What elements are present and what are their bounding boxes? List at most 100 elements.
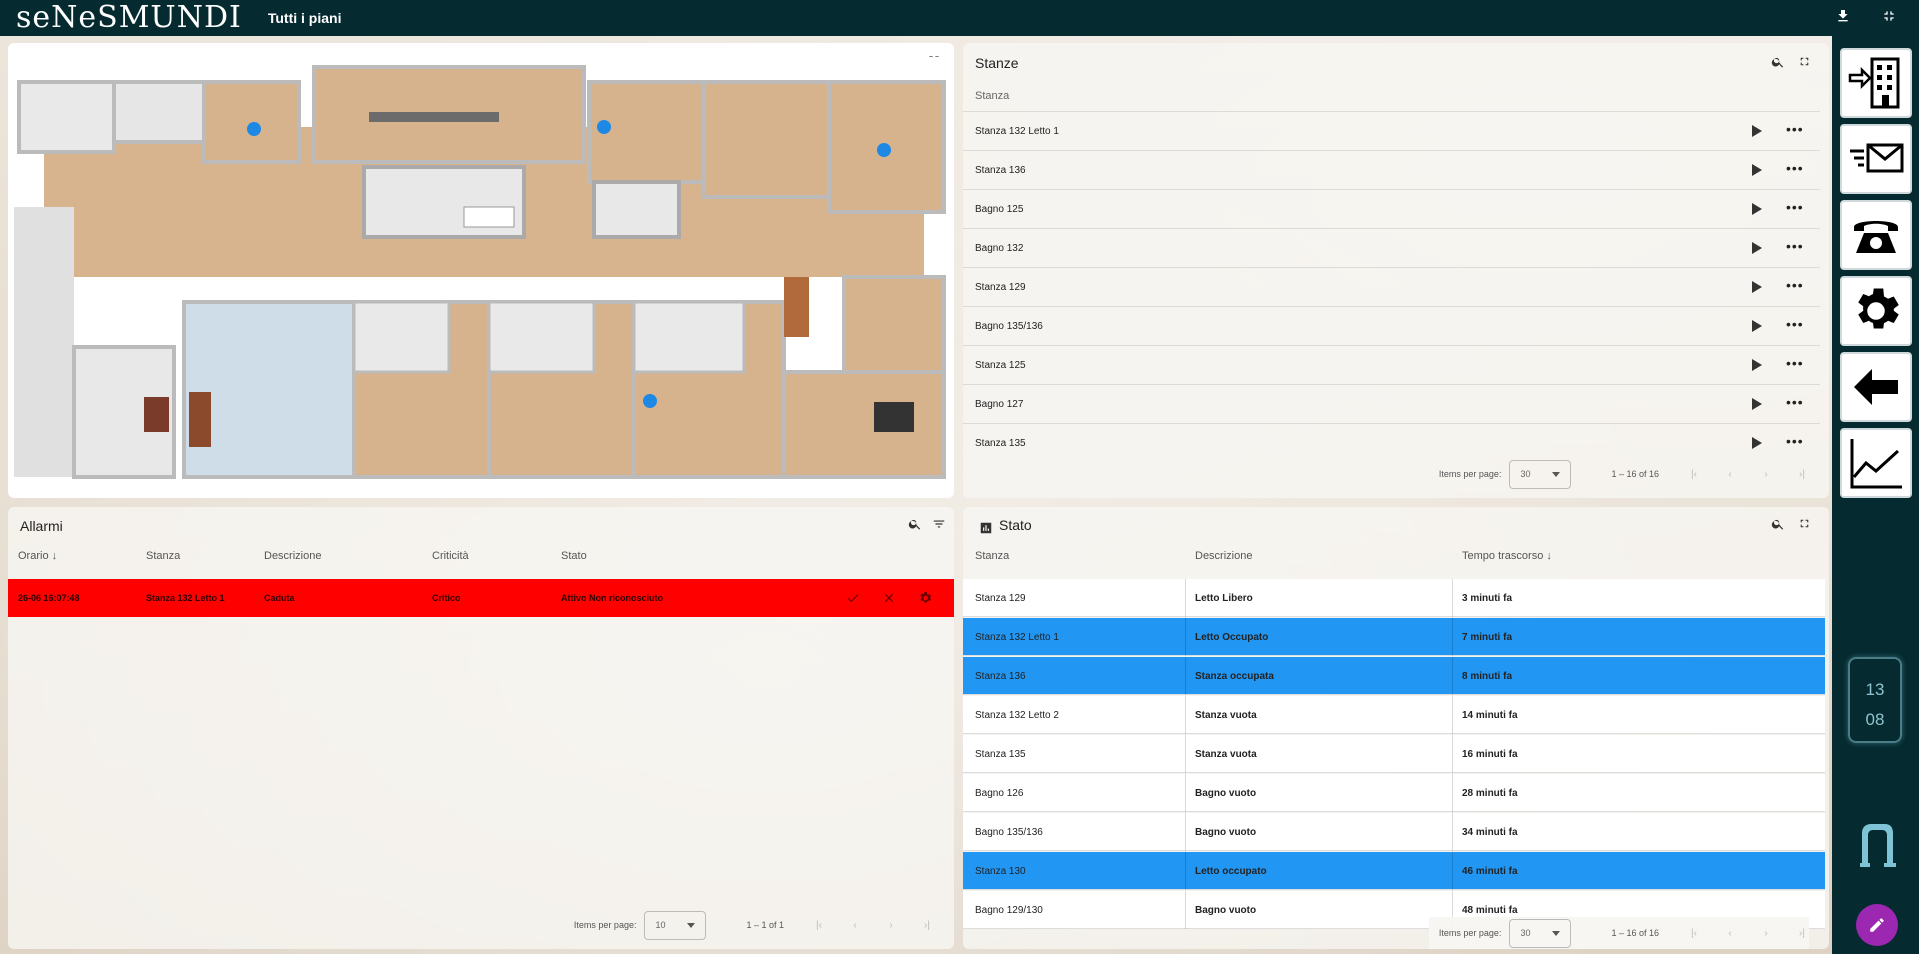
table-row[interactable]: Bagno 126 Bagno vuoto 28 minuti fa <box>963 774 1825 812</box>
table-row[interactable]: Stanza 136 Stanza occupata 8 minuti fa <box>963 657 1825 695</box>
more-icon[interactable]: ••• <box>1786 200 1803 215</box>
download-icon[interactable] <box>1835 8 1851 24</box>
page-range: 1 – 16 of 16 <box>1611 469 1659 479</box>
table-row[interactable]: Stanza 132 Letto 2 Stanza vuota 14 minuti … <box>963 696 1825 734</box>
fullscreen-icon[interactable] <box>1798 517 1811 530</box>
first-page-button[interactable]: |‹ <box>812 920 826 931</box>
search-icon[interactable] <box>908 517 922 531</box>
cell-tempo: 8 minuti fa <box>1462 671 1513 682</box>
play-icon[interactable] <box>1752 164 1762 176</box>
more-icon[interactable]: ••• <box>1786 278 1803 293</box>
more-icon[interactable]: ••• <box>1786 356 1803 371</box>
acknowledge-icon[interactable] <box>846 591 860 605</box>
list-item[interactable]: Bagno 125 ••• <box>963 189 1820 228</box>
more-icon[interactable]: ••• <box>1786 395 1803 410</box>
list-item[interactable]: Stanza 135 ••• <box>963 423 1820 462</box>
more-icon[interactable]: ••• <box>1786 317 1803 332</box>
dock-back-button[interactable] <box>1840 352 1912 422</box>
col-descrizione[interactable]: Descrizione <box>264 550 321 562</box>
col-stanza[interactable]: Stanza <box>975 550 1009 562</box>
more-icon[interactable]: ••• <box>1786 122 1803 137</box>
first-page-button[interactable]: |‹ <box>1687 469 1701 480</box>
prev-page-button[interactable]: ‹ <box>848 920 862 931</box>
prev-page-button[interactable]: ‹ <box>1723 928 1737 939</box>
list-item[interactable]: Bagno 127 ••• <box>963 384 1820 423</box>
play-icon[interactable] <box>1752 125 1762 137</box>
table-row[interactable]: Stanza 130 Letto occupato 46 minuti fa <box>963 852 1825 890</box>
divider <box>1452 735 1453 773</box>
first-page-button[interactable]: |‹ <box>1687 928 1701 939</box>
floor-plan[interactable] <box>14 57 948 482</box>
col-criticita[interactable]: Criticità <box>432 550 469 562</box>
col-stato[interactable]: Stato <box>561 550 587 562</box>
col-descrizione[interactable]: Descrizione <box>1195 550 1252 562</box>
list-item[interactable]: Stanza 125 ••• <box>963 345 1820 384</box>
filter-icon[interactable] <box>932 517 946 531</box>
table-row[interactable]: Stanza 135 Stanza vuota 16 minuti fa <box>963 735 1825 773</box>
play-icon[interactable] <box>1752 437 1762 449</box>
occupancy-marker <box>643 394 657 408</box>
fullscreen-icon[interactable] <box>1798 55 1811 68</box>
next-page-button[interactable]: › <box>1759 469 1773 480</box>
fullscreen-exit-icon[interactable] <box>1881 8 1897 24</box>
dock-settings-button[interactable] <box>1840 276 1912 346</box>
alarm-row[interactable]: 26-06 16:07:48 Stanza 132 Letto 1 Caduta… <box>8 579 954 617</box>
close-icon[interactable] <box>882 591 896 605</box>
next-page-button[interactable]: › <box>1759 928 1773 939</box>
building-enter-icon <box>1848 57 1900 109</box>
stanze-title: Stanze <box>975 55 1019 71</box>
cell-descrizione: Stanza occupata <box>1195 671 1274 682</box>
search-icon[interactable] <box>1771 517 1785 531</box>
dock-building-button[interactable] <box>1840 48 1912 118</box>
play-icon[interactable] <box>1752 398 1762 410</box>
allarmi-panel: Allarmi Orario ↓ Stanza Descrizione Crit… <box>8 507 954 949</box>
stanze-paginator: Items per page: 30 1 – 16 of 16 |‹ ‹ › ›… <box>1439 458 1809 490</box>
page-size-select[interactable]: 30 <box>1509 918 1572 948</box>
more-icon[interactable]: ••• <box>1786 434 1803 449</box>
cell-descrizione: Stanza vuota <box>1195 710 1257 721</box>
list-item[interactable]: Stanza 136 ••• <box>963 150 1820 189</box>
items-per-page-label: Items per page: <box>1438 469 1502 479</box>
stanze-column-header: Stanza <box>975 90 1010 102</box>
more-icon[interactable]: ••• <box>1786 161 1803 176</box>
edit-button[interactable] <box>1856 904 1898 946</box>
page-size-select[interactable]: 30 <box>1509 459 1572 489</box>
play-icon[interactable] <box>1752 320 1762 332</box>
play-icon[interactable] <box>1752 359 1762 371</box>
items-per-page-label: Items per page: <box>1438 928 1502 938</box>
app-logo: seNeSMUNDI <box>16 0 242 35</box>
divider <box>1185 735 1186 773</box>
dock-chart-button[interactable] <box>1840 428 1912 498</box>
gear-icon[interactable] <box>917 590 933 606</box>
play-icon[interactable] <box>1752 242 1762 254</box>
dock-mail-button[interactable] <box>1840 124 1912 194</box>
list-item[interactable]: Stanza 132 Letto 1 ••• <box>963 111 1820 150</box>
last-page-button[interactable]: ›| <box>1795 928 1809 939</box>
cell-stanza: Bagno 126 <box>975 788 1024 799</box>
last-page-button[interactable]: ›| <box>1795 469 1809 480</box>
play-icon[interactable] <box>1752 203 1762 215</box>
search-icon[interactable] <box>1771 55 1785 69</box>
table-row[interactable]: Bagno 135/136 Bagno vuoto 34 minuti fa <box>963 813 1825 851</box>
more-icon[interactable]: ••• <box>1786 239 1803 254</box>
dock-phone-button[interactable] <box>1840 200 1912 270</box>
cell-descrizione: Stanza vuota <box>1195 749 1257 760</box>
table-row[interactable]: Stanza 129 Letto Libero 3 minuti fa <box>963 579 1825 617</box>
list-item[interactable]: Bagno 135/136 ••• <box>963 306 1820 345</box>
last-page-button[interactable]: ›| <box>920 920 934 931</box>
clock-hours: 13 <box>1865 680 1885 699</box>
page-size-select[interactable]: 10 <box>644 910 707 940</box>
prev-page-button[interactable]: ‹ <box>1723 469 1737 480</box>
col-stanza[interactable]: Stanza <box>146 550 180 562</box>
list-item[interactable]: Stanza 129 ••• <box>963 267 1820 306</box>
table-row[interactable]: Stanza 132 Letto 1 Letto Occupato 7 minuti… <box>963 618 1825 656</box>
room-name: Stanza 125 <box>975 359 1026 371</box>
divider <box>1185 657 1186 695</box>
next-page-button[interactable]: › <box>884 920 898 931</box>
divider <box>1185 852 1186 890</box>
col-tempo[interactable]: Tempo trascorso ↓ <box>1462 550 1552 562</box>
col-orario[interactable]: Orario ↓ <box>18 550 57 562</box>
play-icon[interactable] <box>1752 281 1762 293</box>
cell-stanza: Stanza 135 <box>975 749 1026 760</box>
list-item[interactable]: Bagno 132 ••• <box>963 228 1820 267</box>
